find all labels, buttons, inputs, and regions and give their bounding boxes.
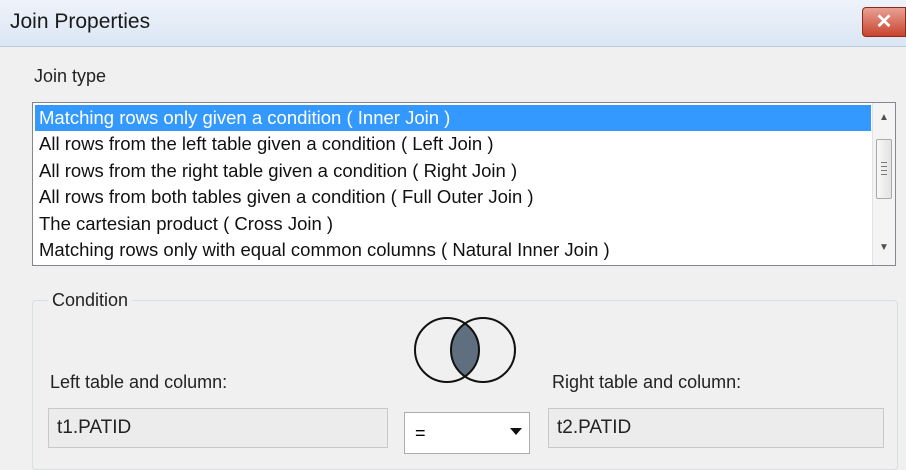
join-option-full-outer[interactable]: All rows from both tables given a condit… (35, 184, 871, 210)
scroll-up-arrow-icon[interactable]: ▲ (873, 107, 895, 129)
join-option-left[interactable]: All rows from the left table given a con… (35, 131, 871, 157)
right-table-label: Right table and column: (552, 372, 742, 392)
chevron-down-icon[interactable] (509, 427, 523, 437)
condition-legend: Condition (48, 290, 133, 311)
left-table-label: Left table and column: (50, 372, 228, 392)
join-option-inner[interactable]: Matching rows only given a condition ( I… (35, 105, 871, 132)
inner-join-venn-icon (414, 317, 516, 383)
join-option-natural-inner[interactable]: Matching rows only with equal common col… (35, 237, 871, 263)
scroll-down-arrow-icon[interactable]: ▼ (873, 237, 895, 259)
join-option-right[interactable]: All rows from the right table given a co… (35, 158, 871, 184)
title-bar: Join Properties ✕ (0, 0, 906, 47)
operator-select[interactable]: = (404, 412, 530, 454)
left-table-field[interactable]: t1.PATID (48, 408, 388, 448)
join-type-options: Matching rows only given a condition ( I… (35, 105, 871, 263)
join-option-cross[interactable]: The cartesian product ( Cross Join ) (35, 211, 871, 237)
window-title: Join Properties (10, 10, 151, 33)
join-type-listbox[interactable]: Matching rows only given a condition ( I… (32, 102, 896, 266)
join-type-scrollbar[interactable]: ▲ ▼ (872, 103, 895, 265)
operator-value: = (415, 423, 426, 443)
right-table-field[interactable]: t2.PATID (548, 408, 884, 448)
close-button[interactable]: ✕ (862, 7, 906, 37)
scrollbar-thumb[interactable] (876, 139, 892, 199)
join-type-label: Join type (34, 66, 107, 86)
